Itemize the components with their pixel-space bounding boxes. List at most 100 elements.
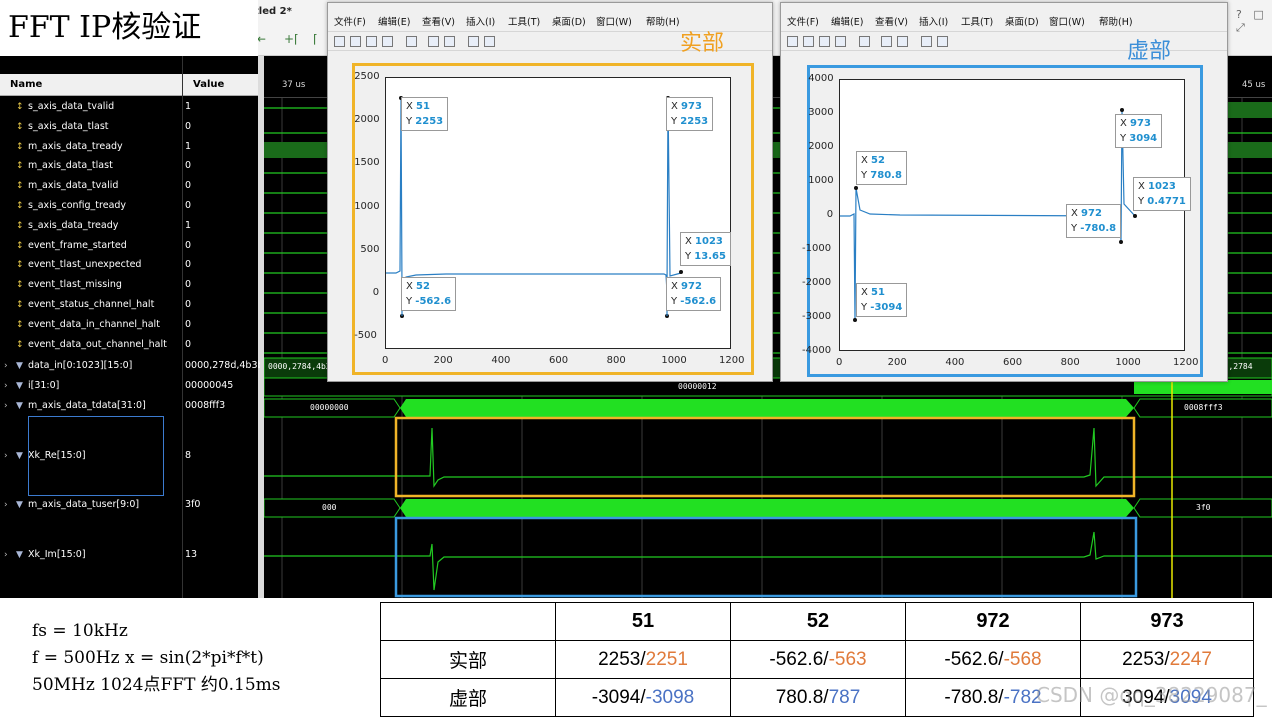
expand-chevron-icon[interactable]: › [4,447,12,465]
new-figure-icon[interactable] [787,36,798,47]
open-file-icon[interactable] [803,36,814,47]
signal-row[interactable]: ↕ m_axis_data_tlast [0,157,182,175]
logic-signal-icon: ↕ [16,339,24,350]
signal-name: event_status_channel_halt [28,299,155,310]
table-cell: -562.6/-568 [905,640,1081,679]
link-plot-icon[interactable] [406,36,417,47]
name-column-header[interactable]: Name [0,74,182,96]
expand-chevron-icon[interactable]: › [4,357,12,375]
property-editor-icon[interactable] [937,36,948,47]
menu-item[interactable]: 工具(T) [508,14,540,28]
y-tick-label: -500 [354,330,377,342]
print-icon[interactable] [835,36,846,47]
y-tick-label: 1500 [354,157,380,169]
menu-item[interactable]: 编辑(E) [378,14,410,28]
bus-signal-row[interactable]: › ▼ m_axis_data_tuser[9:0] [0,496,182,514]
table-cell: -3094/-3098 [555,678,731,717]
signal-value: 00000045 [185,380,234,391]
menu-item[interactable]: 窗口(W) [596,14,632,28]
menu-item[interactable]: 插入(I) [919,14,948,28]
signal-row[interactable]: ↕ s_axis_data_tvalid [0,98,182,116]
save-icon[interactable] [366,36,377,47]
logic-signal-icon: ↕ [16,300,24,310]
datatip-x-label: X [1071,208,1078,219]
datatip-y-value: 3094 [1129,133,1158,144]
signal-row[interactable]: ↕ s_axis_config_tready [0,197,182,215]
datatip[interactable]: X 51 Y -3094 [856,283,908,317]
signal-row[interactable]: ↕ event_data_out_channel_halt [0,336,182,354]
imag-part-figure-window[interactable]: 文件(F) 编辑(E) 查看(V) 插入(I) 工具(T) 桌面(D) 窗口(W) 帮助(H)… [780,2,1228,382]
signal-value: 0 [185,160,192,172]
wave-tab[interactable]: tled 2* [254,6,292,17]
menu-item[interactable]: 查看(V) [875,14,908,28]
bus-signal-icon: ▼ [16,381,23,391]
datatip[interactable]: X 52 Y -562.6 [401,277,457,311]
datatip-y-value: -780.8 [1080,223,1117,234]
bus-signal-row[interactable]: › ▼ i[31:0] [0,377,182,395]
y-tick-label: -2000 [802,277,832,288]
row-label: 实部 [380,640,556,679]
property-editor-icon[interactable] [484,36,495,47]
save-icon[interactable] [819,36,830,47]
i-bus-label: 00000012 [678,382,717,391]
expand-chevron-icon[interactable]: › [4,377,12,395]
open-file-icon[interactable] [350,36,361,47]
datatip[interactable]: X 1023 Y 0.4771 [1133,177,1191,211]
menu-item[interactable]: 窗口(W) [1049,14,1085,28]
datatip-x-value: 972 [1081,208,1102,219]
signal-row[interactable]: ↕ event_tlast_unexpected [0,256,182,274]
signal-row[interactable]: ↕ event_data_in_channel_halt [0,316,182,334]
datatip[interactable]: X 1023 Y 13.65 [680,232,731,266]
signal-name: i[31:0] [28,380,60,391]
datatip[interactable]: X 972 Y -780.8 [1066,204,1122,238]
signal-row[interactable]: ↕ m_axis_data_tready [0,138,182,156]
bus-signal-row[interactable]: › ▼ m_axis_data_tdata[31:0] [0,397,182,415]
signal-name: event_data_in_channel_halt [28,318,160,330]
new-figure-icon[interactable] [334,36,345,47]
x-tick-label: 600 [1003,357,1023,368]
print-icon[interactable] [382,36,393,47]
signal-row[interactable]: ↕ event_tlast_missing [0,276,182,294]
datatip[interactable]: X 972 Y -562.6 [666,277,722,311]
value-column-header[interactable]: Value [183,74,258,96]
signal-name: m_axis_data_tdata[31:0] [28,400,146,411]
signal-row[interactable]: ↕ m_axis_data_tvalid [0,177,182,195]
menu-item[interactable]: 插入(I) [466,14,495,28]
menu-item[interactable]: 帮助(H) [646,14,680,28]
colorbar-icon[interactable] [881,36,892,47]
legend-icon[interactable] [444,36,455,47]
add-marker-icon[interactable]: +⌈ [284,32,299,46]
link-plot-icon[interactable] [859,36,870,47]
signal-row[interactable]: ↕ event_frame_started [0,237,182,255]
menu-item[interactable]: 工具(T) [961,14,993,28]
datatip[interactable]: X 51 Y 2253 [401,97,449,131]
menu-item[interactable]: 查看(V) [422,14,455,28]
datatip[interactable]: X 973 Y 2253 [666,97,714,131]
signal-row[interactable]: ↕ s_axis_data_tlast [0,118,182,136]
legend-icon[interactable] [897,36,908,47]
signal-row[interactable]: ↕ s_axis_data_tready [0,217,182,235]
goto-icon[interactable]: ⌈ [313,32,318,46]
note-line: fs = 10kHz [32,621,128,641]
expand-chevron-icon[interactable]: › [4,397,12,415]
datatip[interactable]: X 52 Y 780.8 [856,151,907,185]
menu-item[interactable]: 桌面(D) [1005,14,1039,28]
bus-signal-row[interactable]: › ▼ data_in[0:1023][15:0] [0,357,182,375]
real-part-figure-window[interactable]: 文件(F) 编辑(E) 查看(V) 插入(I) 工具(T) 桌面(D) 窗口(W) 帮助(H)… [327,2,773,382]
colorbar-icon[interactable] [428,36,439,47]
datatip-x-value: 1023 [695,236,723,247]
pointer-icon[interactable] [921,36,932,47]
signal-value: 0 [185,239,192,251]
bus-signal-row[interactable]: › ▼ Xk_Im[15:0] [0,546,182,564]
pointer-icon[interactable] [468,36,479,47]
menu-item[interactable]: 编辑(E) [831,14,863,28]
menu-item[interactable]: 桌面(D) [552,14,586,28]
window-controls[interactable]: ? □ ⤢ [1236,8,1272,35]
expand-chevron-icon[interactable]: › [4,546,12,564]
datatip[interactable]: X 973 Y 3094 [1115,114,1163,148]
menu-item[interactable]: 文件(F) [787,14,819,28]
menu-item[interactable]: 文件(F) [334,14,366,28]
menu-item[interactable]: 帮助(H) [1099,14,1133,28]
signal-row[interactable]: ↕ event_status_channel_halt [0,296,182,314]
expand-chevron-icon[interactable]: › [4,496,12,514]
